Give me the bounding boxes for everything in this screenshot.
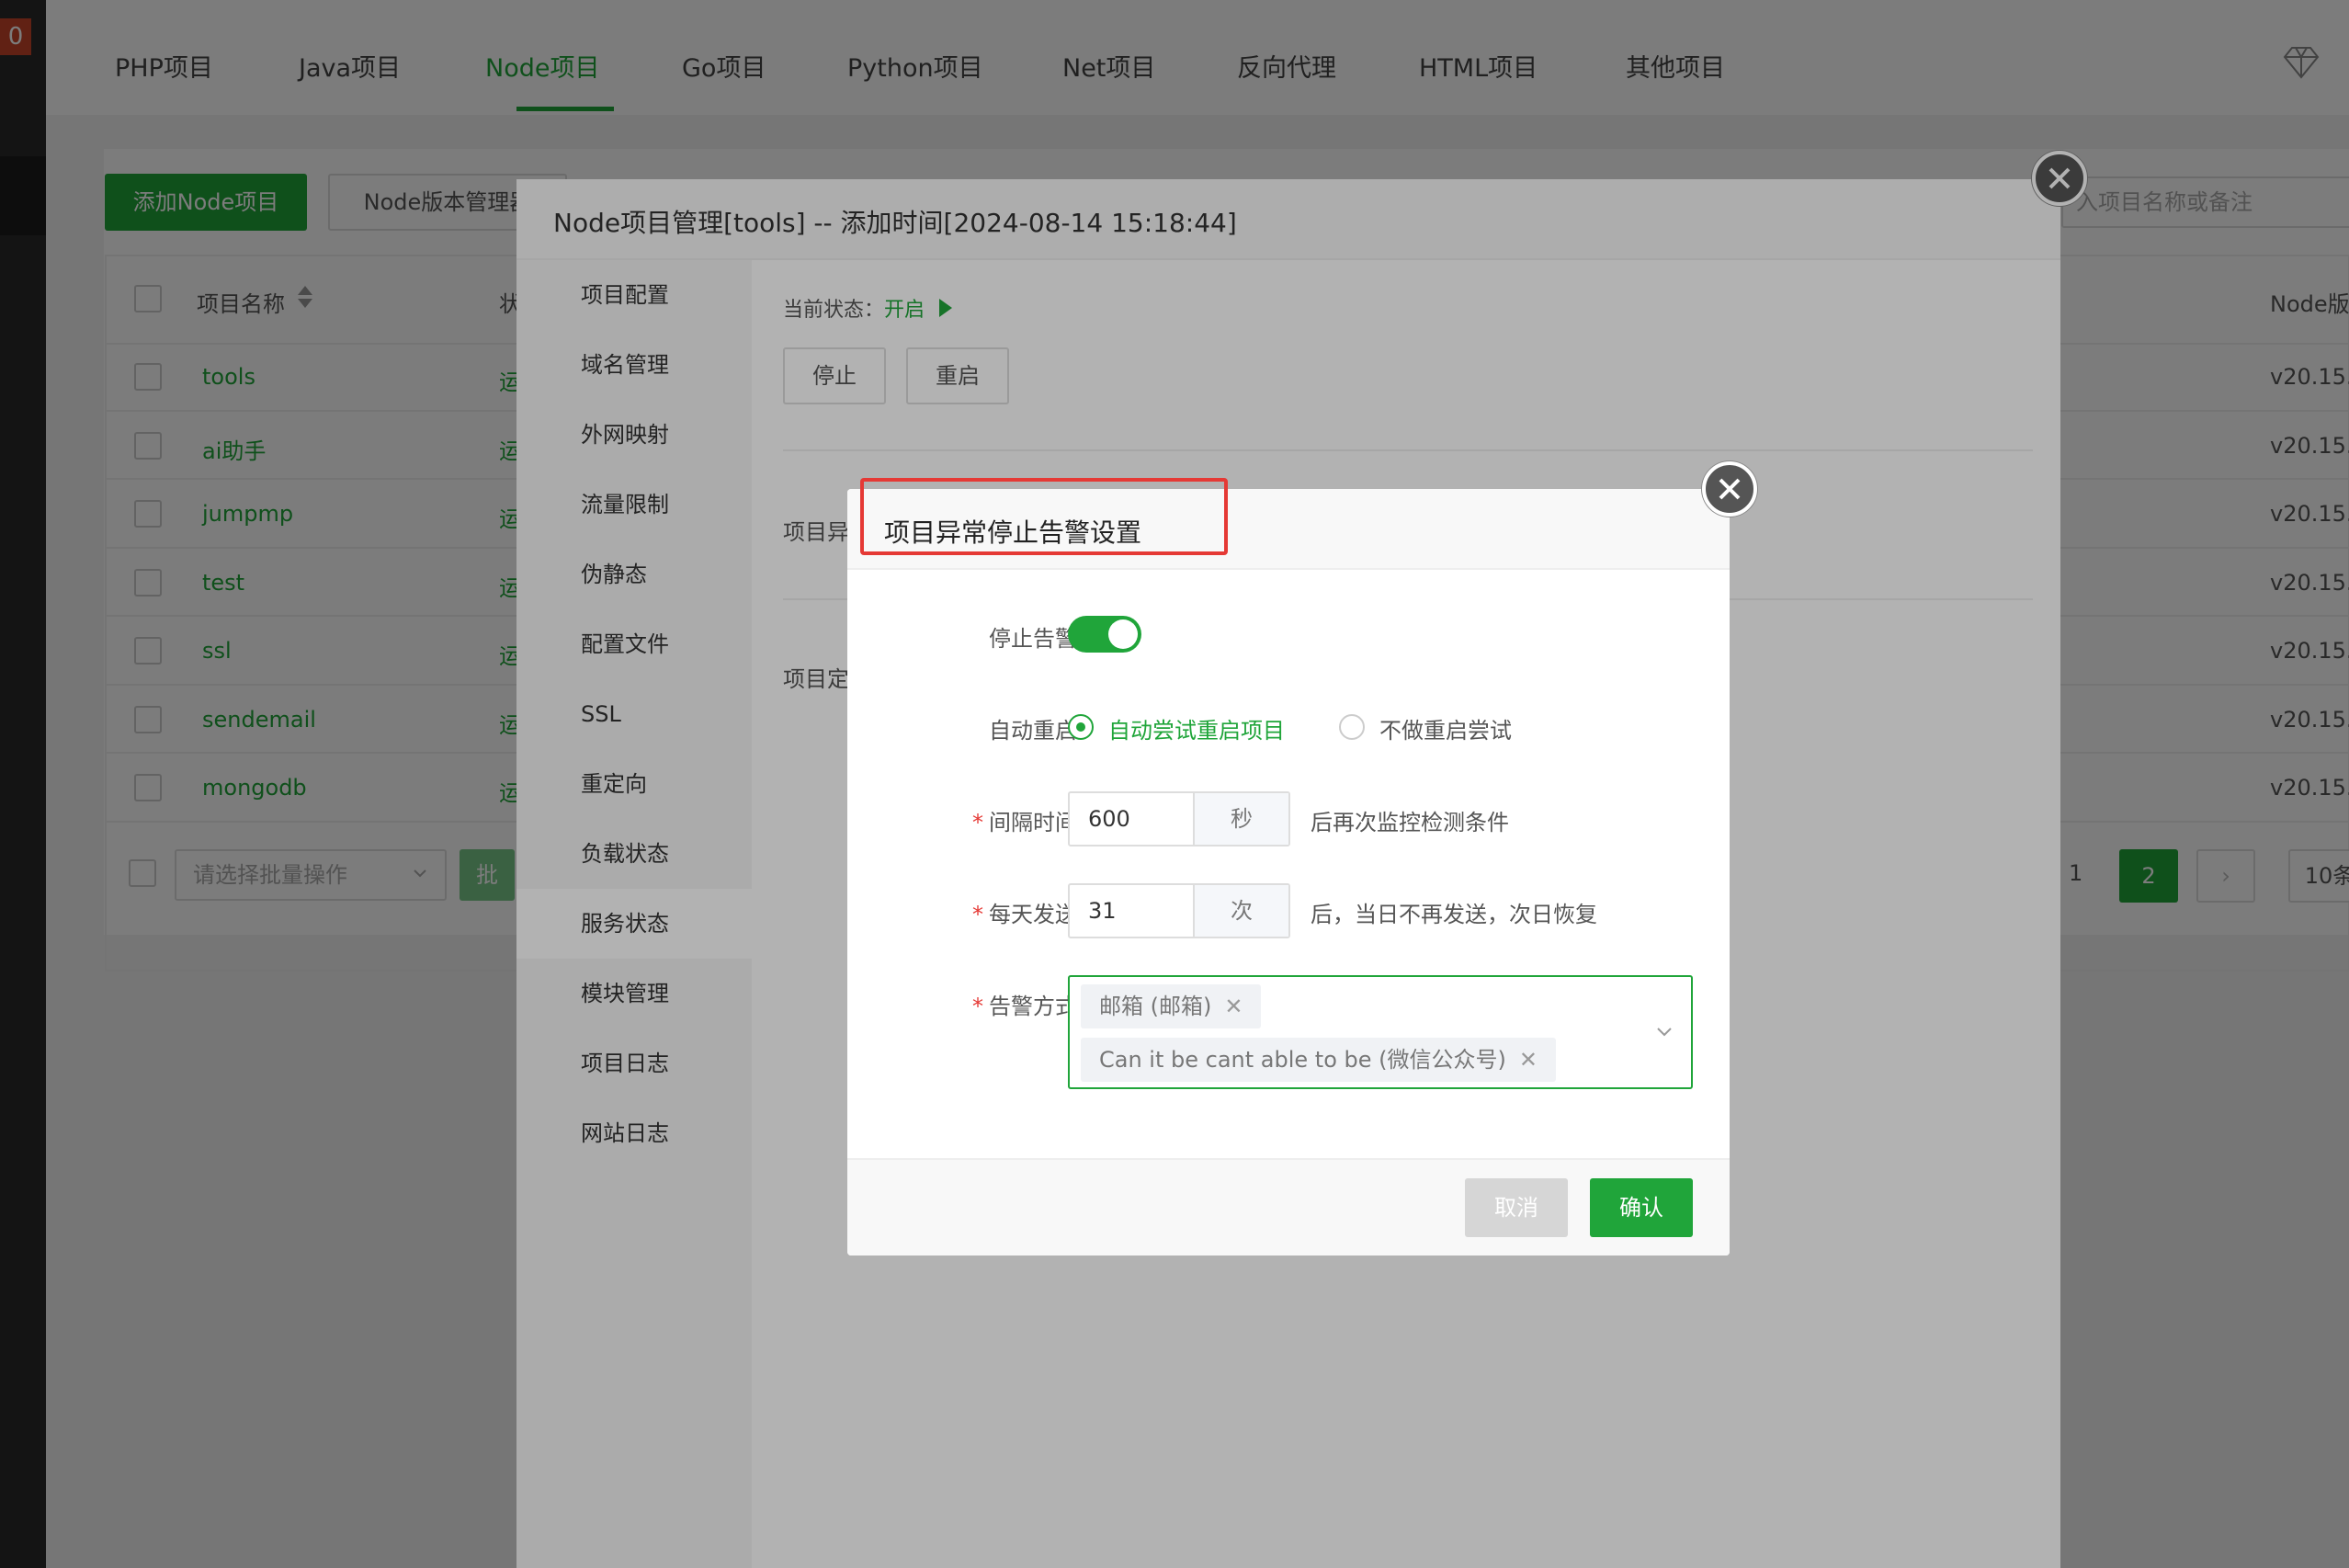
alert-method-label: * 告警方式 [847, 988, 1077, 1020]
daily-send-label: * 每天发送 [847, 896, 1077, 928]
auto-restart-label: 自动重启 [989, 718, 1077, 744]
toggle-knob [1108, 619, 1138, 649]
daily-send-value: 31 [1088, 898, 1117, 924]
remove-tag-icon[interactable]: ✕ [1519, 1047, 1538, 1073]
radio-no-restart[interactable] [1339, 714, 1365, 740]
alert-method-label-text: 告警方式 [989, 994, 1077, 1019]
stop-alert-toggle[interactable] [1068, 616, 1141, 653]
daily-send-hint: 后，当日不再发送，次日恢复 [1311, 902, 1597, 927]
remove-tag-icon[interactable]: ✕ [1224, 994, 1243, 1019]
alert-settings-dialog: 项目异常停止告警设置 停止告警 自动重启 自动尝试重启项目 不做重启尝试 * 间隔… [847, 489, 1730, 1256]
cancel-button[interactable]: 取消 [1465, 1178, 1568, 1237]
daily-send-input[interactable]: 31 次 [1068, 883, 1290, 938]
interval-unit: 秒 [1193, 793, 1288, 845]
interval-input[interactable]: 600 秒 [1068, 791, 1290, 846]
radio-auto-restart-label[interactable]: 自动尝试重启项目 [1108, 712, 1285, 744]
radio-no-restart-label[interactable]: 不做重启尝试 [1379, 712, 1512, 744]
daily-send-unit: 次 [1193, 885, 1288, 937]
dialog-footer: 取消 确认 [847, 1158, 1730, 1256]
method-tag-email-label: 邮箱 (邮箱) [1099, 994, 1212, 1019]
confirm-button[interactable]: 确认 [1590, 1178, 1693, 1237]
daily-send-label-text: 每天发送 [989, 902, 1077, 927]
stop-alert-label: 停止告警 [989, 626, 1077, 652]
required-mark: * [972, 902, 983, 927]
interval-label: * 间隔时间 [847, 804, 1077, 836]
alert-method-select[interactable]: 邮箱 (邮箱) ✕ Can it be cant able to be (微信公众… [1068, 975, 1693, 1089]
chevron-down-icon[interactable] [1656, 1023, 1673, 1043]
method-tag-email: 邮箱 (邮箱) ✕ [1081, 984, 1262, 1028]
required-mark: * [972, 994, 983, 1019]
dialog-close-icon[interactable] [1702, 461, 1757, 517]
method-tag-wechat: Can it be cant able to be (微信公众号) ✕ [1081, 1038, 1556, 1082]
interval-hint: 后再次监控检测条件 [1311, 810, 1509, 835]
interval-value: 600 [1088, 806, 1130, 832]
required-mark: * [972, 810, 983, 835]
radio-auto-restart[interactable] [1068, 714, 1094, 740]
method-tag-wechat-label: Can it be cant able to be (微信公众号) [1099, 1047, 1506, 1073]
interval-label-text: 间隔时间 [989, 810, 1077, 835]
highlight-box [860, 478, 1228, 555]
